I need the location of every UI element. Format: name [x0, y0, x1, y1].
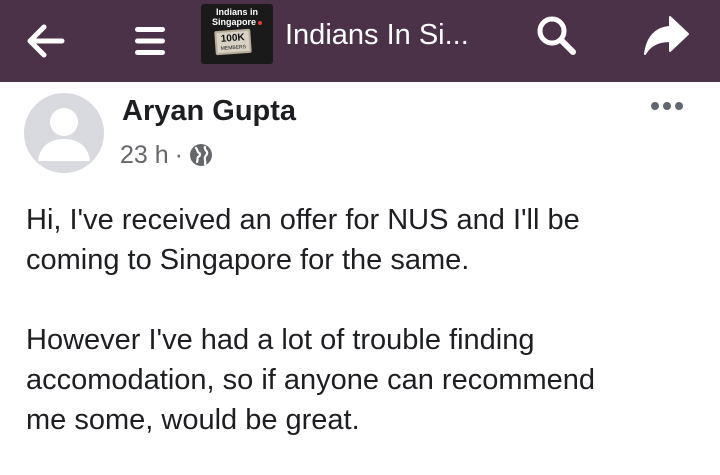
back-button[interactable]	[14, 0, 78, 82]
meta-separator: ·	[174, 140, 183, 169]
group-logo-image: Indians in Singapore 100K MEMBERS	[201, 4, 273, 64]
share-icon	[644, 16, 689, 55]
logo-red-dot	[258, 20, 262, 25]
logo-text-line1: Indians in	[215, 7, 258, 17]
share-button[interactable]	[632, 0, 702, 70]
post-timestamp[interactable]: 23 h	[120, 141, 169, 170]
group-title[interactable]: Indians In Si...	[285, 0, 469, 70]
members-stamp: 100K MEMBERS	[214, 28, 252, 56]
search-button[interactable]	[524, 0, 588, 70]
globe-icon	[190, 144, 212, 166]
menu-button[interactable]	[118, 0, 182, 82]
logo-text-line2: Singapore	[211, 17, 256, 27]
author-name[interactable]: Aryan Gupta	[122, 95, 296, 128]
post-options-button[interactable]	[644, 94, 690, 118]
author-avatar[interactable]	[24, 93, 104, 173]
post-paragraph: However I've had a lot of trouble findin…	[26, 324, 596, 436]
post-paragraph: Hi, I've received an offer for NUS and I…	[26, 204, 580, 276]
default-avatar-icon	[38, 108, 90, 161]
stamp-subtitle: MEMBERS	[220, 44, 247, 52]
arrow-left-icon	[27, 24, 65, 58]
post-text: Hi, I've received an offer for NUS and I…	[26, 200, 706, 440]
search-icon	[537, 16, 576, 55]
more-horizontal-icon	[651, 102, 683, 110]
top-app-bar: Indians in Singapore 100K MEMBERS Indian…	[0, 0, 720, 82]
hamburger-menu-icon	[135, 27, 165, 55]
group-logo[interactable]: Indians in Singapore 100K MEMBERS	[201, 4, 273, 64]
post-meta: 23 h ·	[120, 140, 213, 170]
